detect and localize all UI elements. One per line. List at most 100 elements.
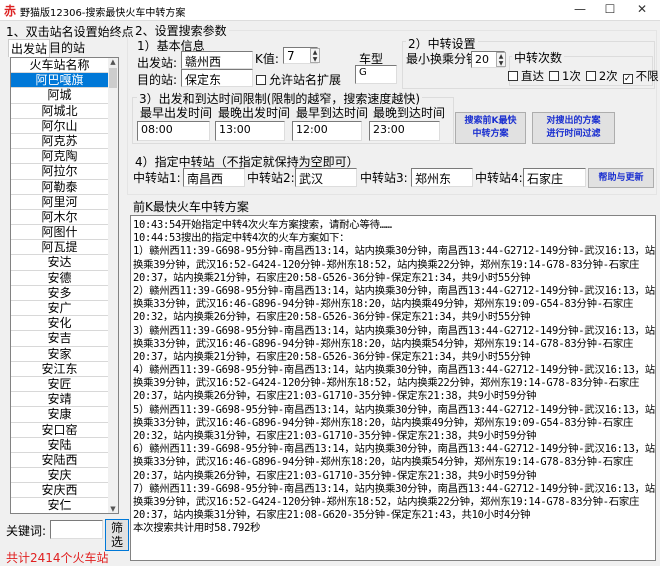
result-line: 10:43:54开始指定中转4次火车方案搜索，请耐心等待…… [133, 219, 392, 231]
transfer-station-4-input[interactable]: 石家庄 [523, 168, 586, 187]
station-list-item[interactable]: 阿克苏 [11, 134, 108, 150]
station-list-item[interactable]: 安江东 [11, 362, 108, 377]
earliest-arrive-input[interactable]: 12:00 [292, 121, 362, 141]
k-label: K值: [255, 52, 279, 66]
results-textarea[interactable]: 10:43:54开始指定中转4次火车方案搜索，请耐心等待…… 10:44:53搜出… [130, 215, 656, 561]
latest-depart-input[interactable]: 13:00 [215, 121, 285, 141]
from-station-input[interactable]: 赣州西 [181, 51, 253, 69]
station-list-item[interactable]: 安康 [11, 407, 108, 423]
scroll-thumb[interactable] [109, 68, 117, 88]
result-line: 20:32，站内换乘31分钟，石家庄21:03-G1710-35分钟-保定东21… [133, 430, 537, 442]
transfer-count-option-label: 直达 [521, 69, 544, 83]
station-list-item[interactable]: 安庆 [11, 468, 108, 484]
checkbox-checked-icon: ✓ [622, 74, 633, 84]
to-station-input[interactable]: 保定东 [181, 69, 253, 87]
station-list-item[interactable]: 安靖 [11, 392, 108, 408]
result-line: 换乘33分钟，武汉16:46-G896-94分钟-郑州东18:20，站内换乘54… [133, 456, 634, 469]
close-button[interactable]: ✕ [627, 2, 657, 16]
result-line: 20:37，站内换乘26分钟，石家庄21:03-G1710-35分钟-保定东21… [133, 469, 537, 482]
transfer-count-title: 中转次数 [512, 49, 565, 66]
station-list-item[interactable]: 阿瓦提 [11, 240, 108, 256]
station-list-item[interactable]: 安化 [11, 316, 108, 332]
transfer-count-option[interactable]: 1次 [549, 69, 581, 83]
station-list-item[interactable]: 阿拉尔 [11, 164, 108, 180]
keyword-input[interactable] [50, 520, 103, 539]
to-label: 目的站: [137, 73, 178, 87]
station-list-item[interactable]: 安匠 [11, 377, 108, 393]
k-spinner[interactable]: ▲ ▼ [310, 48, 320, 63]
keyword-label: 关键词: [6, 524, 47, 538]
transfer-count-option[interactable]: 直达 [508, 69, 544, 83]
station-list-item[interactable]: 安德 [11, 271, 108, 286]
station-list-item[interactable]: 阿尔山 [11, 119, 108, 134]
station-list-item[interactable]: 阿里河 [11, 195, 108, 210]
transfer-station-4-label: 中转站4: [475, 171, 523, 185]
latest-arrive-input[interactable]: 23:00 [369, 121, 440, 141]
min-transfer-spinner[interactable]: ▲ ▼ [496, 52, 506, 67]
result-line: 10:44:53搜出的指定中转4次的火车方案如下： [133, 232, 350, 245]
transfer-station-3-input[interactable]: 郑州东 [411, 168, 473, 187]
station-list[interactable]: 火车站名称 阿巴嘎旗 阿城 阿城北 阿尔山 阿克苏 阿克陶 阿拉尔 阿勒泰 阿里河 阿木尔 阿图什阿… [10, 57, 119, 514]
earliest-depart-input[interactable]: 08:00 [137, 121, 210, 141]
station-list-item[interactable]: 安陆西 [11, 453, 108, 469]
min-transfer-label: 最小换乘分钟 [406, 52, 479, 66]
station-list-item[interactable]: 阿城北 [11, 104, 108, 119]
list-header[interactable]: 火车站名称 [11, 58, 108, 74]
minimize-button[interactable]: — [565, 2, 595, 16]
station-list-item[interactable]: 阿勒泰 [11, 180, 108, 195]
transfer-count-option[interactable]: ✓ 不限 [622, 69, 659, 84]
scroll-up-icon[interactable]: ▲ [108, 58, 118, 66]
train-type-input[interactable]: G [355, 65, 397, 84]
expand-checkbox[interactable]: 允许站名扩展 [256, 71, 341, 88]
station-count: 共计2414个火车站 [6, 551, 109, 565]
station-list-item[interactable]: 阿巴嘎旗 [11, 73, 108, 89]
checkbox-icon [549, 71, 559, 81]
window-title: 野猫版12306-搜索最快火车中转方案 [20, 8, 186, 19]
latest-depart-label: 最晚出发时间 [218, 106, 291, 120]
station-list-item[interactable]: 安达 [11, 255, 108, 271]
result-line: 7）赣州西11:39-G698-95分钟-南昌西13:14，站内换乘30分钟，南… [133, 482, 656, 495]
transfer-count-option[interactable]: 2次 [585, 69, 618, 83]
station-list-item[interactable]: 安吉 [11, 331, 108, 347]
earliest-arrive-label: 最早到达时间 [296, 106, 369, 120]
help-update-button[interactable]: 帮助与更新 [588, 168, 654, 188]
station-list-item[interactable]: 安多 [11, 286, 108, 301]
filter-button-label: 筛选 [111, 521, 124, 549]
result-line: 20:37，站内换乘26分钟，石家庄21:03-G1710-35分钟-保定东21… [133, 390, 537, 403]
search-button[interactable]: 搜索前K最快 中转方案 [455, 112, 526, 144]
latest-arrive-label: 最晚到达时间 [373, 106, 446, 120]
result-line: 1）赣州西11:39-G698-95分钟-南昌西13:14，站内换乘30分钟，南… [133, 245, 656, 258]
station-list-item[interactable]: 阿图什 [11, 225, 108, 241]
filter-button[interactable]: 筛选 [105, 519, 129, 551]
left-section-title: 1、双击站名设置始终点 [6, 25, 134, 39]
expand-label: 允许站名扩展 [269, 73, 342, 87]
transfer-station-1-input[interactable]: 南昌西 [183, 168, 245, 187]
result-line: 5）赣州西11:39-G698-95分钟-南昌西13:14，站内换乘30分钟，南… [133, 403, 656, 416]
tab-departure[interactable]: 出发站 [8, 39, 51, 57]
maximize-button[interactable]: ☐ [595, 2, 625, 16]
station-list-item[interactable]: 阿木尔 [11, 210, 108, 226]
station-list-item[interactable]: 安仁 [11, 498, 108, 513]
result-line: 20:37，站内换乘21分钟，石家庄20:58-G526-36分钟-保定东21:… [133, 271, 531, 284]
station-list-item[interactable]: 阿城 [11, 88, 108, 104]
result-line: 换乘33分钟，武汉16:46-G896-94分钟-郑州东18:20，站内换乘49… [133, 416, 634, 429]
checkbox-icon [508, 71, 518, 81]
results-title: 前K最快火车中转方案 [133, 200, 249, 214]
tab-destination[interactable]: 目的站 [47, 39, 87, 56]
station-list-item[interactable]: 阿克陶 [11, 149, 108, 165]
time-filter-button[interactable]: 对搜出的方案 进行时间过滤 [532, 112, 615, 144]
station-list-item[interactable]: 安家 [11, 347, 108, 362]
transfer-station-2-input[interactable]: 武汉 [295, 168, 357, 187]
transfer-station-2-label: 中转站2: [247, 171, 295, 185]
station-list-item[interactable]: 安庆西 [11, 483, 108, 499]
result-line: 换乘33分钟，武汉16:46-G896-94分钟-郑州东18:20，站内换乘54… [133, 337, 634, 350]
station-list-item[interactable]: 安口窑 [11, 423, 108, 438]
list-scrollbar[interactable]: ▲ ▼ [108, 58, 118, 513]
result-line: 换乘39分钟，武汉16:52-G424-120分钟-郑州东18:52，站内换乘2… [133, 495, 640, 508]
station-list-item[interactable]: 安广 [11, 301, 108, 317]
app-logo-icon: 赤 [4, 4, 17, 18]
station-list-item[interactable]: 安陆 [11, 438, 108, 453]
scroll-down-icon[interactable]: ▼ [108, 505, 118, 513]
result-line: 换乘33分钟，武汉16:46-G896-94分钟-郑州东18:20，站内换乘49… [133, 298, 634, 311]
transfer-count-option-label: 1次 [562, 69, 581, 83]
